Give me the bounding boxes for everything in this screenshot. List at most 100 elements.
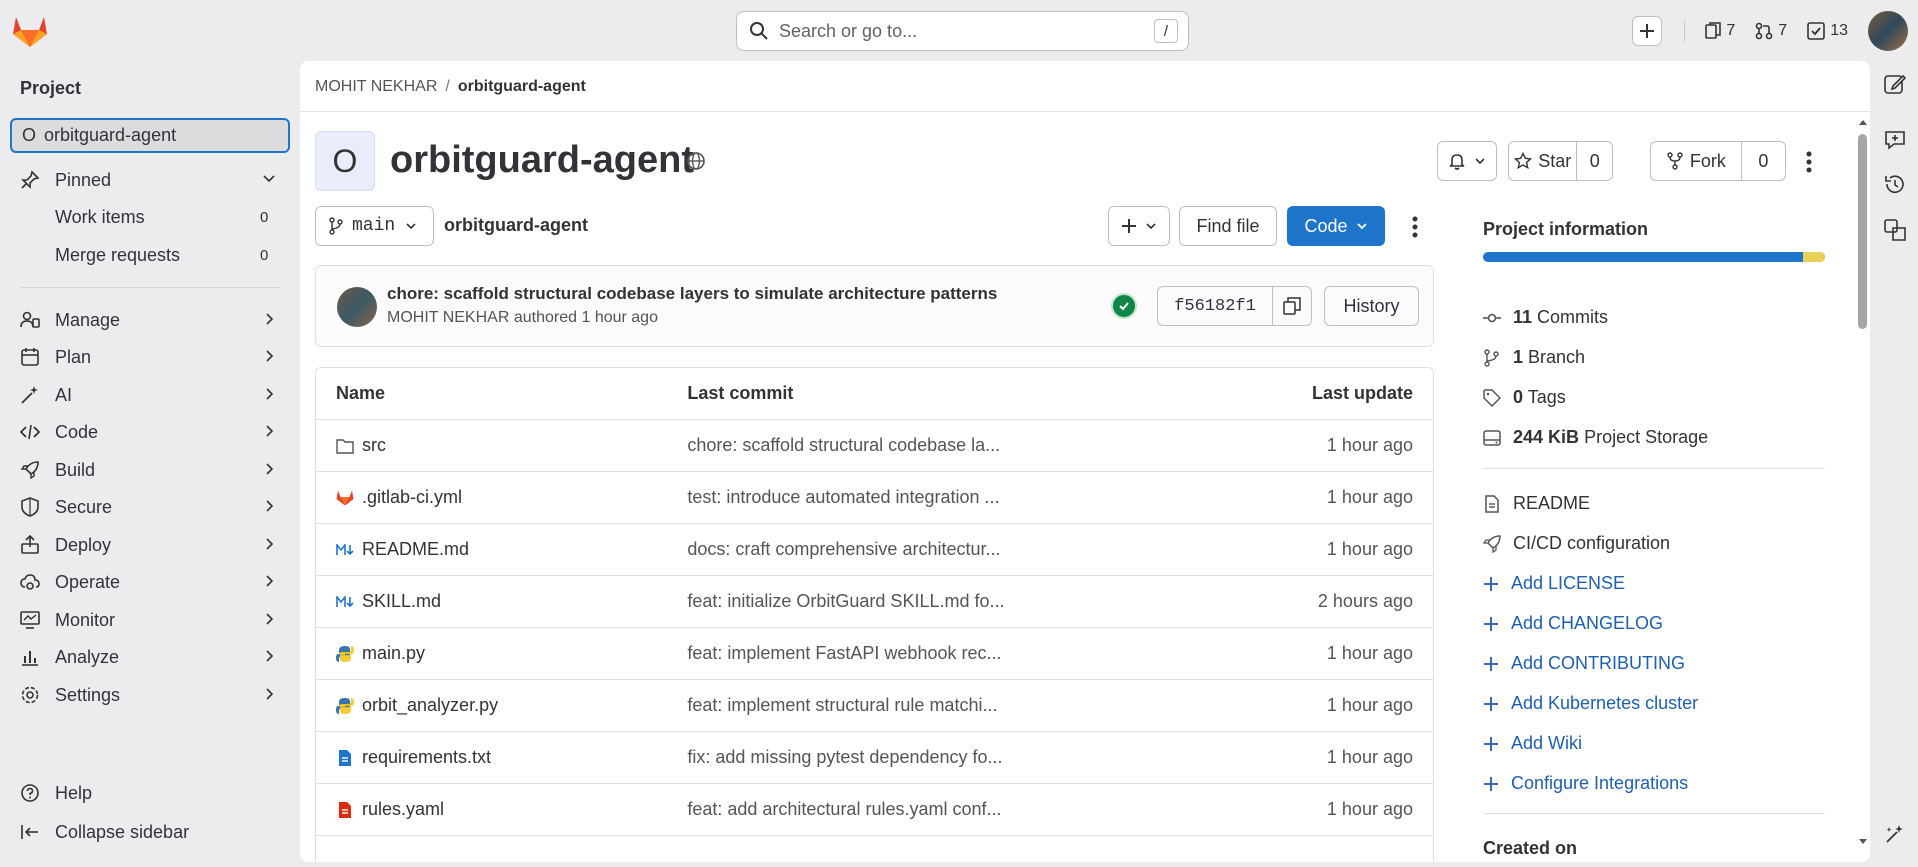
file-name-link[interactable]: rules.yaml [362, 799, 444, 820]
repo-actions-kebab-icon[interactable] [1412, 216, 1418, 238]
commits-link[interactable]: 11 Commits [1483, 307, 1608, 328]
add-contributing-link[interactable]: Add CONTRIBUTING [1483, 653, 1685, 674]
configure-integrations-link[interactable]: Configure Integrations [1483, 773, 1688, 794]
find-file-button[interactable]: Find file [1179, 206, 1277, 246]
sidebar-item-settings[interactable]: Settings [0, 679, 300, 711]
file-commit-link[interactable]: fix: add missing pytest dependency fo... [687, 747, 1206, 768]
breadcrumb-owner-link[interactable]: MOHIT NEKHAR [315, 78, 437, 95]
search-input[interactable]: Search or go to... / [736, 11, 1189, 51]
sidebar-item-analyze[interactable]: Analyze [0, 641, 300, 673]
branches-link[interactable]: 1 Branch [1483, 347, 1585, 368]
fork-icon [1666, 152, 1684, 170]
sidebar-divider [20, 287, 280, 288]
star-count[interactable]: 0 [1577, 142, 1612, 180]
notifications-dropdown[interactable] [1437, 141, 1497, 181]
file-name-link[interactable]: requirements.txt [362, 747, 491, 768]
file-name-link[interactable]: README.md [362, 539, 469, 560]
sidebar-pinned-toggle[interactable]: Pinned [0, 164, 300, 196]
snippet-icon[interactable] [1884, 219, 1906, 241]
fork-button[interactable]: Fork [1651, 142, 1742, 180]
branch-selector[interactable]: main [315, 206, 434, 246]
sidebar-item-secure[interactable]: Secure [0, 491, 300, 523]
storage-icon [1483, 429, 1501, 447]
code-dropdown-button[interactable]: Code [1287, 206, 1385, 246]
branch-icon [328, 217, 344, 235]
duo-chat-icon[interactable] [1884, 823, 1906, 845]
history-button[interactable]: History [1324, 286, 1419, 326]
readme-link[interactable]: README [1483, 493, 1590, 514]
star-button[interactable]: Star [1509, 142, 1578, 180]
table-row[interactable]: rules.yaml feat: add architectural rules… [316, 784, 1433, 836]
scrollbar-thumb[interactable] [1858, 134, 1867, 329]
file-name-link[interactable]: .gitlab-ci.yml [362, 487, 462, 508]
history-icon[interactable] [1884, 173, 1906, 195]
cicd-configuration-link[interactable]: CI/CD configuration [1483, 533, 1670, 554]
table-row[interactable]: README.md docs: craft comprehensive arch… [316, 524, 1433, 576]
collapse-sidebar-button[interactable]: Collapse sidebar [0, 816, 300, 848]
more-actions-kebab-icon[interactable] [1806, 151, 1812, 173]
project-storage-link[interactable]: 244 KiB Project Storage [1483, 427, 1708, 448]
commit-author-link[interactable]: MOHIT NEKHAR [387, 309, 509, 326]
todo-checkbox-icon [1807, 22, 1826, 40]
commit-message-link[interactable]: chore: scaffold structural codebase laye… [387, 284, 997, 304]
sidebar-item-manage[interactable]: Manage [0, 304, 300, 336]
gitlab-logo-icon[interactable] [12, 14, 48, 48]
comment-plus-icon[interactable] [1884, 129, 1906, 151]
project-switcher[interactable]: O orbitguard-agent [10, 118, 290, 153]
pipeline-passed-icon[interactable] [1111, 293, 1137, 319]
add-license-link[interactable]: Add LICENSE [1483, 573, 1625, 594]
main-scrollbar[interactable] [1855, 61, 1870, 862]
edit-icon[interactable] [1884, 73, 1906, 95]
file-commit-link[interactable]: feat: initialize OrbitGuard SKILL.md fo.… [687, 591, 1206, 612]
sidebar-item-plan[interactable]: Plan [0, 341, 300, 373]
chevron-down-icon [405, 220, 417, 232]
table-row[interactable]: src chore: scaffold structural codebase … [316, 420, 1433, 472]
sidebar-item-build[interactable]: Build [0, 454, 300, 486]
file-name-link[interactable]: main.py [362, 643, 425, 664]
sidebar-item-merge-requests[interactable]: Merge requests 0 [0, 239, 300, 271]
file-commit-link[interactable]: test: introduce automated integration ..… [687, 487, 1206, 508]
sidebar-item-deploy[interactable]: Deploy [0, 529, 300, 561]
table-row[interactable]: SKILL.md feat: initialize OrbitGuard SKI… [316, 576, 1433, 628]
copy-sha-icon[interactable] [1273, 297, 1311, 315]
issues-counter[interactable]: 7 [1705, 22, 1735, 40]
file-commit-link[interactable]: docs: craft comprehensive architectur... [687, 539, 1206, 560]
commit-author-avatar[interactable] [337, 287, 377, 327]
merge-requests-counter[interactable]: 7 [1755, 22, 1787, 40]
create-new-button[interactable] [1632, 16, 1663, 46]
add-wiki-link[interactable]: Add Wiki [1483, 733, 1582, 754]
help-button[interactable]: Help [0, 777, 300, 809]
table-row[interactable]: requirements.txt fix: add missing pytest… [316, 732, 1433, 784]
file-commit-link[interactable]: feat: add architectural rules.yaml conf.… [687, 799, 1206, 820]
breadcrumb-project-link[interactable]: orbitguard-agent [458, 78, 586, 95]
add-kubernetes-cluster-link[interactable]: Add Kubernetes cluster [1483, 693, 1698, 714]
file-name-link[interactable]: SKILL.md [362, 591, 441, 612]
file-commit-link[interactable]: feat: implement FastAPI webhook rec... [687, 643, 1206, 664]
add-changelog-label: Add CHANGELOG [1511, 613, 1664, 633]
sidebar-item-monitor[interactable]: Monitor [0, 604, 300, 636]
file-commit-link[interactable]: chore: scaffold structural codebase la..… [687, 435, 1206, 456]
public-globe-icon [686, 151, 706, 171]
add-to-tree-dropdown[interactable] [1108, 206, 1170, 246]
sidebar-item-work-items[interactable]: Work items 0 [0, 201, 300, 233]
tags-link[interactable]: 0 Tags [1483, 387, 1566, 408]
add-license-label: Add LICENSE [1511, 573, 1626, 593]
file-commit-link[interactable]: feat: implement structural rule matchi..… [687, 695, 1206, 716]
table-row[interactable]: .gitlab-ci.yml test: introduce automated… [316, 472, 1433, 524]
repo-path[interactable]: orbitguard-agent [444, 215, 588, 236]
sidebar-item-ai[interactable]: AI [0, 379, 300, 411]
commit-sha-link[interactable]: f56182f1 [1158, 287, 1273, 325]
file-name-link[interactable]: orbit_analyzer.py [362, 695, 498, 716]
table-row[interactable]: orbit_analyzer.py feat: implement struct… [316, 680, 1433, 732]
table-row[interactable]: main.py feat: implement FastAPI webhook … [316, 628, 1433, 680]
file-name-link[interactable]: src [362, 435, 386, 456]
chevron-right-icon [262, 687, 276, 701]
shield-icon [20, 497, 40, 517]
sidebar-item-operate[interactable]: Operate [0, 566, 300, 598]
file-table-header: Name Last commit Last update [316, 368, 1433, 420]
add-changelog-link[interactable]: Add CHANGELOG [1483, 613, 1663, 634]
todos-counter[interactable]: 13 [1807, 22, 1848, 40]
fork-count[interactable]: 0 [1742, 142, 1785, 180]
user-avatar[interactable] [1868, 11, 1908, 51]
sidebar-item-code[interactable]: Code [0, 416, 300, 448]
